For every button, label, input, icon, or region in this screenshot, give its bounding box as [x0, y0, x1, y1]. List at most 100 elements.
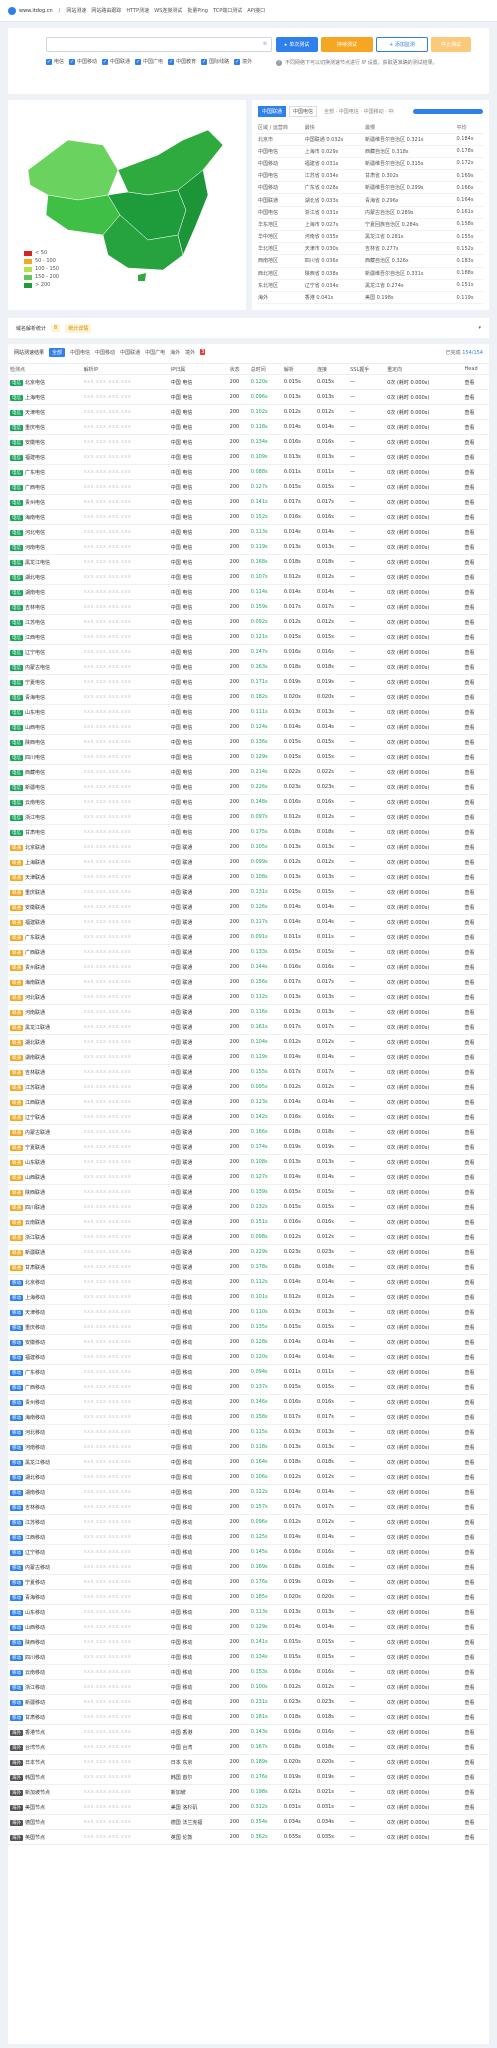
head-link[interactable]: 查看 [462, 884, 489, 900]
head-link[interactable]: 查看 [462, 1289, 489, 1305]
head-link[interactable]: 查看 [462, 1754, 489, 1770]
clear-icon[interactable]: ⊗ [263, 41, 267, 47]
head-link[interactable]: 查看 [462, 509, 489, 525]
head-link[interactable]: 查看 [462, 1379, 489, 1395]
head-link[interactable]: 查看 [462, 1334, 489, 1350]
head-link[interactable]: 查看 [462, 569, 489, 585]
head-link[interactable]: 查看 [462, 1484, 489, 1500]
head-link[interactable]: 查看 [462, 1364, 489, 1380]
filter-tab[interactable]: 中国移动 [95, 349, 115, 356]
line-checkbox[interactable]: ✓ 境外 [234, 58, 252, 65]
head-link[interactable]: 查看 [462, 1664, 489, 1680]
head-link[interactable]: 查看 [462, 1769, 489, 1785]
head-link[interactable]: 查看 [462, 1454, 489, 1470]
head-link[interactable]: 查看 [462, 1649, 489, 1665]
line-checkbox[interactable]: ✓ 中国广电 [135, 58, 163, 65]
head-link[interactable]: 查看 [462, 1394, 489, 1410]
add-monitor-button[interactable]: + 添加监测 [376, 37, 428, 52]
head-link[interactable]: 查看 [462, 1274, 489, 1290]
head-link[interactable]: 查看 [462, 1409, 489, 1425]
head-link[interactable]: 查看 [462, 599, 489, 615]
head-link[interactable]: 查看 [462, 764, 489, 780]
head-link[interactable]: 查看 [462, 1724, 489, 1740]
head-link[interactable]: 查看 [462, 1169, 489, 1185]
head-link[interactable]: 查看 [462, 644, 489, 660]
head-link[interactable]: 查看 [462, 1004, 489, 1020]
head-link[interactable]: 查看 [462, 929, 489, 945]
nav-link[interactable]: API接口 [247, 7, 265, 14]
head-link[interactable]: 查看 [462, 989, 489, 1005]
head-link[interactable]: 查看 [462, 1034, 489, 1050]
head-link[interactable]: 查看 [462, 539, 489, 555]
head-link[interactable]: 查看 [462, 674, 489, 690]
head-link[interactable]: 查看 [462, 1589, 489, 1605]
head-link[interactable]: 查看 [462, 1184, 489, 1200]
head-link[interactable]: 查看 [462, 1469, 489, 1485]
head-link[interactable]: 查看 [462, 1424, 489, 1440]
nav-link[interactable]: WS连接测试 [154, 7, 182, 14]
filter-tab[interactable]: 全部 [49, 347, 66, 357]
head-link[interactable]: 查看 [462, 1154, 489, 1170]
head-link[interactable]: 查看 [462, 824, 489, 840]
line-checkbox[interactable]: ✓ 国际线路 [201, 58, 229, 65]
continuous-test-button[interactable]: 持续测试 [321, 37, 373, 52]
failed-count-badge[interactable]: 3 [200, 349, 206, 355]
head-link[interactable]: 查看 [462, 1634, 489, 1650]
head-link[interactable]: 查看 [462, 749, 489, 765]
filter-tab[interactable]: 中国联通 [120, 349, 140, 356]
filter-tab[interactable]: 境外 [185, 349, 195, 356]
dns-stats-badge[interactable]: 统计详情 [65, 323, 92, 333]
head-link[interactable]: 查看 [462, 1259, 489, 1275]
head-link[interactable]: 查看 [462, 1229, 489, 1245]
head-link[interactable]: 查看 [462, 719, 489, 735]
head-link[interactable]: 查看 [462, 1304, 489, 1320]
head-link[interactable]: 查看 [462, 1349, 489, 1365]
line-checkbox[interactable]: ✓ 电信 [46, 58, 64, 65]
head-link[interactable]: 查看 [462, 1619, 489, 1635]
expand-icon[interactable]: ▾ [478, 325, 481, 331]
head-link[interactable]: 查看 [462, 524, 489, 540]
head-link[interactable]: 查看 [462, 1109, 489, 1125]
head-link[interactable]: 查看 [462, 1049, 489, 1065]
head-link[interactable]: 查看 [462, 734, 489, 750]
head-link[interactable]: 查看 [462, 494, 489, 510]
head-link[interactable]: 查看 [462, 959, 489, 975]
head-link[interactable]: 查看 [462, 554, 489, 570]
head-link[interactable]: 查看 [462, 689, 489, 705]
head-link[interactable]: 查看 [462, 1829, 489, 1845]
head-link[interactable]: 查看 [462, 659, 489, 675]
head-link[interactable]: 查看 [462, 794, 489, 810]
head-link[interactable]: 查看 [462, 404, 489, 420]
head-link[interactable]: 查看 [462, 1604, 489, 1620]
head-link[interactable]: 查看 [462, 1019, 489, 1035]
head-link[interactable]: 查看 [462, 1319, 489, 1335]
line-checkbox[interactable]: ✓ 中国联通 [102, 58, 130, 65]
head-link[interactable]: 查看 [462, 1814, 489, 1830]
head-link[interactable]: 查看 [462, 839, 489, 855]
head-link[interactable]: 查看 [462, 974, 489, 990]
head-link[interactable]: 查看 [462, 944, 489, 960]
head-link[interactable]: 查看 [462, 1544, 489, 1560]
search-input[interactable]: ⊗ [46, 37, 272, 52]
head-link[interactable]: 查看 [462, 629, 489, 645]
nav-link[interactable]: 网站测速 [66, 7, 86, 14]
head-link[interactable]: 查看 [462, 1094, 489, 1110]
head-link[interactable]: 查看 [462, 1124, 489, 1140]
head-link[interactable]: 查看 [462, 1529, 489, 1545]
head-link[interactable]: 查看 [462, 1214, 489, 1230]
head-link[interactable]: 查看 [462, 419, 489, 435]
head-link[interactable]: 查看 [462, 1694, 489, 1710]
head-link[interactable]: 查看 [462, 389, 489, 405]
filter-tab[interactable]: 中国电信 [70, 349, 90, 356]
filter-tab[interactable]: 海外 [170, 349, 180, 356]
ranking-selector[interactable]: 全部 · 中国电信 · 中国移动 · 中国联通 [324, 108, 394, 115]
line-checkbox[interactable]: ✓ 中国教育 [168, 58, 196, 65]
head-link[interactable]: 查看 [462, 1574, 489, 1590]
head-link[interactable]: 查看 [462, 869, 489, 885]
nav-link[interactable]: TCP端口测试 [213, 7, 242, 14]
tab-telecom[interactable]: 中国电信 [289, 106, 318, 117]
nav-link[interactable]: HTTP测速 [126, 7, 149, 14]
head-link[interactable]: 查看 [462, 914, 489, 930]
head-link[interactable]: 查看 [462, 374, 489, 390]
head-link[interactable]: 查看 [462, 899, 489, 915]
